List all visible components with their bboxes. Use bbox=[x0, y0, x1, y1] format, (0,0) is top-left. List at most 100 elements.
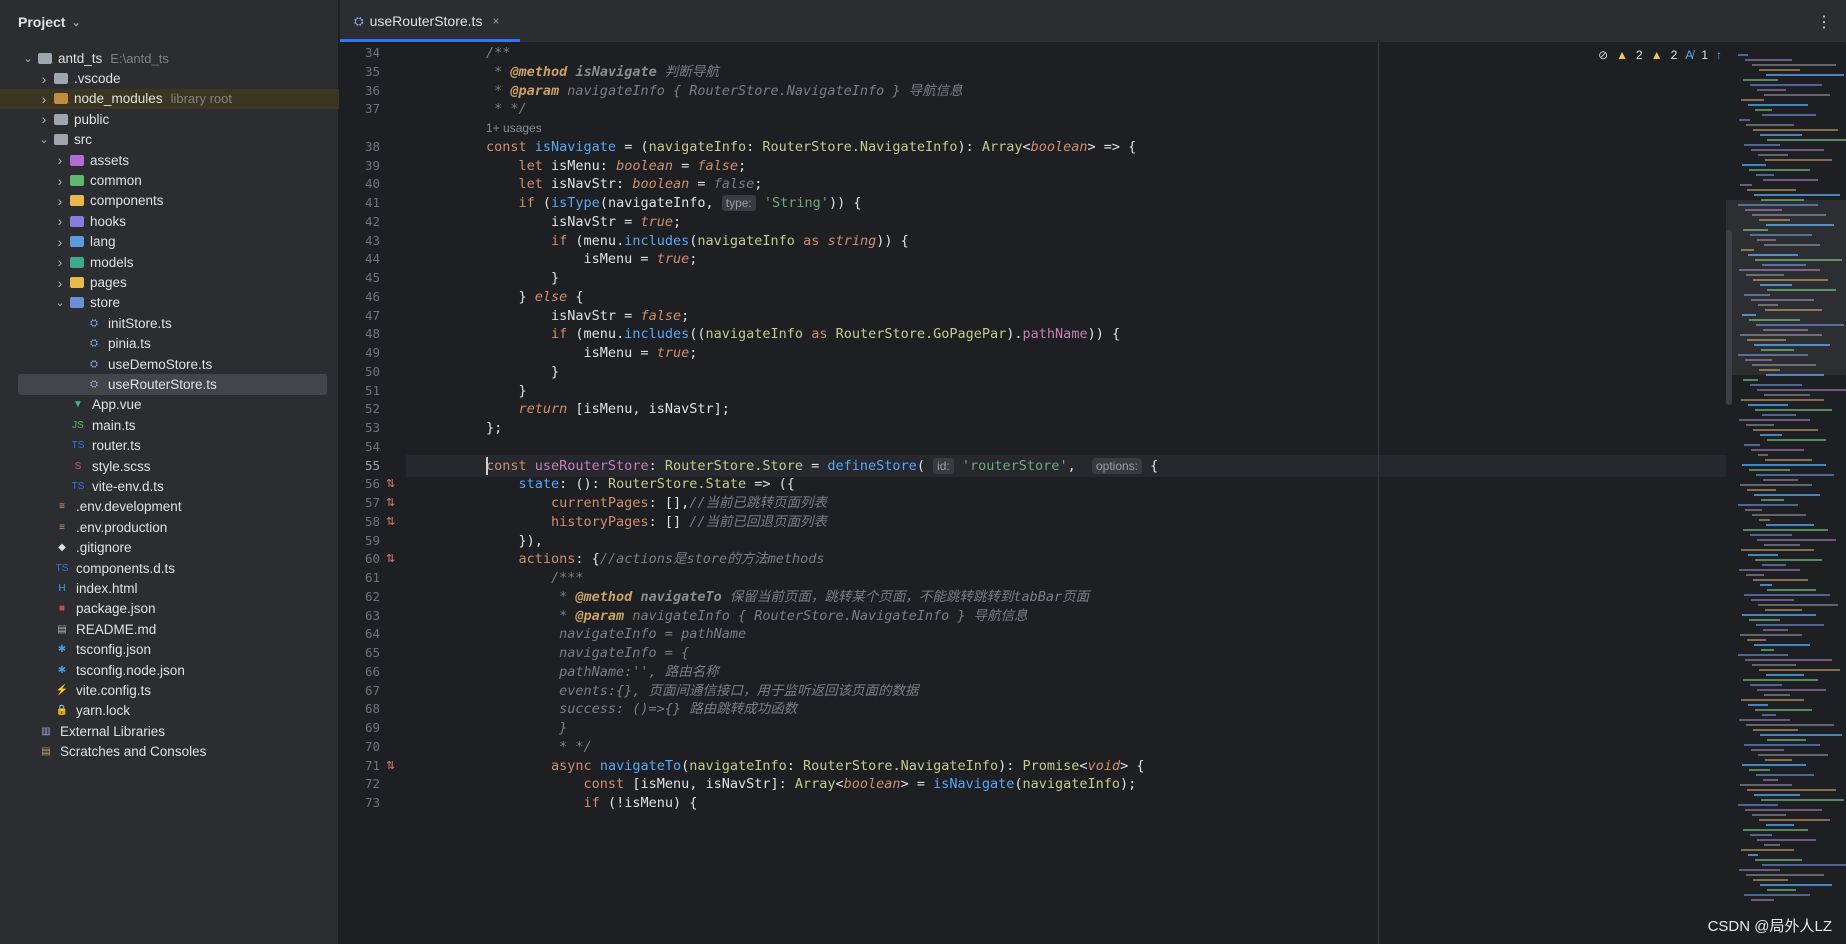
minimap-line bbox=[1760, 884, 1832, 886]
code-line[interactable]: * @param navigateInfo { RouterStore.Navi… bbox=[486, 80, 963, 102]
tree-item[interactable]: › .vscode bbox=[0, 68, 339, 88]
ts-file-icon: TS bbox=[71, 440, 85, 452]
tree-item[interactable]: › node_modules library root bbox=[0, 88, 339, 110]
tree-item[interactable]: › assets bbox=[0, 150, 339, 170]
project-panel: Project ⌄ ⌄ antd_ts E:\antd_ts › .vscode › nod… bbox=[0, 0, 339, 944]
minimap-line bbox=[1766, 824, 1794, 826]
chevron-right-icon[interactable]: › bbox=[52, 173, 68, 189]
code-minimap[interactable] bbox=[1726, 42, 1846, 944]
chevron-down-icon[interactable]: ⌄ bbox=[20, 52, 36, 65]
chevron-right-icon[interactable]: › bbox=[52, 193, 68, 209]
tree-item[interactable]: JS main.ts bbox=[0, 415, 339, 435]
chevron-down-icon[interactable]: ⌄ bbox=[71, 16, 80, 29]
tree-item[interactable]: › components bbox=[0, 191, 339, 211]
code-line[interactable]: }; bbox=[486, 417, 502, 439]
folder-icon bbox=[38, 52, 52, 64]
minimap-line bbox=[1748, 404, 1788, 406]
chevron-right-icon[interactable]: › bbox=[52, 152, 68, 168]
project-panel-header[interactable]: Project ⌄ bbox=[0, 0, 338, 44]
lock-file-icon: 🔒 bbox=[55, 705, 69, 717]
previous-highlight-icon[interactable]: ↑ bbox=[1716, 48, 1722, 62]
code-editor[interactable]: /** * @method isNavigate 判断导航 * @param n… bbox=[406, 42, 1786, 944]
tree-item[interactable]: › common bbox=[0, 170, 339, 190]
minimap-line bbox=[1767, 889, 1796, 891]
implementation-marker-icon[interactable]: ⇅ bbox=[386, 759, 400, 773]
chevron-down-icon[interactable]: ⌄ bbox=[36, 133, 52, 146]
minimap-line bbox=[1762, 864, 1846, 866]
folder-lib-icon bbox=[54, 93, 68, 105]
minimap-line bbox=[1746, 124, 1794, 126]
chevron-right-icon[interactable]: › bbox=[36, 111, 52, 127]
minimap-line bbox=[1751, 749, 1784, 751]
tree-item[interactable]: ⌄ antd_ts E:\antd_ts bbox=[0, 48, 339, 68]
tree-item[interactable]: ▼ App.vue bbox=[0, 395, 339, 415]
minimap-line bbox=[1765, 609, 1802, 611]
tree-item[interactable]: ⌄ src bbox=[0, 130, 339, 150]
tree-item[interactable]: ⚡ vite.config.ts bbox=[0, 680, 339, 700]
tree-item[interactable]: ✱ tsconfig.json bbox=[0, 640, 339, 660]
implementation-marker-icon[interactable]: ⇅ bbox=[386, 477, 400, 491]
folder-icon bbox=[54, 73, 68, 85]
tree-item[interactable]: › hooks bbox=[0, 211, 339, 231]
tree-item[interactable]: Hindex.html bbox=[0, 578, 339, 598]
tree-item[interactable]: ≡ .env.development bbox=[0, 497, 339, 517]
tree-item[interactable]: ▤ README.md bbox=[0, 619, 339, 639]
implementation-marker-icon[interactable]: ⇅ bbox=[386, 515, 400, 529]
chevron-right-icon[interactable]: › bbox=[52, 254, 68, 270]
tree-item[interactable]: 🔒 yarn.lock bbox=[0, 701, 339, 721]
tree-item[interactable]: ◆ .gitignore bbox=[0, 538, 339, 558]
chevron-down-icon[interactable]: ⌄ bbox=[52, 296, 68, 309]
minimap-line bbox=[1739, 419, 1810, 421]
tree-item[interactable]: TS components.d.ts bbox=[0, 558, 339, 578]
tree-item[interactable]: ⛭ pinia.ts bbox=[0, 334, 339, 354]
tree-item[interactable]: › public bbox=[0, 109, 339, 129]
tree-item[interactable]: ▥ External Libraries bbox=[0, 721, 339, 741]
tree-item[interactable]: ⛭ useDemoStore.ts bbox=[0, 354, 339, 374]
watermark: CSDN @局外人LZ bbox=[1707, 918, 1832, 935]
tree-item[interactable]: ■ package.json bbox=[0, 599, 339, 619]
code-line[interactable]: return [isMenu, isNavStr]; bbox=[486, 398, 730, 420]
tree-item[interactable]: › models bbox=[0, 252, 339, 272]
tsconfig-file-icon: ✱ bbox=[57, 644, 67, 656]
tree-item[interactable]: ⌄ store bbox=[0, 293, 339, 313]
tree-item-label: style.scss bbox=[92, 458, 151, 474]
code-line[interactable]: if (!isMenu) { bbox=[486, 792, 698, 814]
env-file-icon: ≡ bbox=[59, 501, 65, 513]
chevron-right-icon[interactable]: › bbox=[52, 213, 68, 229]
minimap-line bbox=[1761, 799, 1844, 801]
minimap-line bbox=[1760, 434, 1782, 436]
chevron-right-icon[interactable]: › bbox=[36, 91, 52, 107]
pinia-file-icon: ⛭ bbox=[90, 338, 98, 350]
implementation-marker-icon[interactable]: ⇅ bbox=[386, 552, 400, 566]
tree-item[interactable]: ⛭ useRouterStore.ts bbox=[0, 374, 339, 395]
more-options-icon[interactable]: ⋮ bbox=[1816, 12, 1832, 32]
chevron-right-icon[interactable]: › bbox=[52, 234, 68, 250]
tree-item[interactable]: TS router.ts bbox=[0, 436, 339, 456]
tree-item[interactable]: TS vite-env.d.ts bbox=[0, 476, 339, 496]
line-number: 62 bbox=[364, 588, 380, 604]
minimap-line bbox=[1739, 869, 1780, 871]
minimap-line bbox=[1748, 554, 1778, 556]
minimap-line bbox=[1757, 89, 1786, 91]
vertical-scrollbar[interactable] bbox=[1726, 230, 1732, 405]
tab-useRouterStore[interactable]: ⛭ useRouterStore.ts × bbox=[340, 0, 520, 42]
minimap-line bbox=[1745, 659, 1832, 661]
chevron-right-icon[interactable]: › bbox=[36, 71, 52, 87]
minimap-line bbox=[1751, 149, 1824, 151]
close-icon[interactable]: × bbox=[492, 14, 499, 28]
tree-item[interactable]: Sstyle.scss bbox=[0, 456, 339, 476]
implementation-marker-icon[interactable]: ⇅ bbox=[386, 496, 400, 510]
chevron-right-icon[interactable]: › bbox=[52, 275, 68, 291]
tree-item[interactable]: › pages bbox=[0, 272, 339, 292]
tree-item-label: pages bbox=[90, 275, 127, 291]
tree-item[interactable]: › lang bbox=[0, 232, 339, 252]
tree-item[interactable]: ✱ tsconfig.node.json bbox=[0, 660, 339, 680]
tree-item-label: .env.development bbox=[76, 499, 182, 515]
tree-item[interactable]: ≡ .env.production bbox=[0, 517, 339, 537]
tree-item[interactable]: ⛭ initStore.ts bbox=[0, 313, 339, 333]
minimap-viewport[interactable] bbox=[1726, 200, 1846, 375]
line-number: 46 bbox=[364, 288, 380, 304]
line-number: 68 bbox=[364, 701, 380, 717]
minimap-line bbox=[1758, 754, 1828, 756]
tree-item[interactable]: ▤ Scratches and Consoles bbox=[0, 742, 339, 762]
